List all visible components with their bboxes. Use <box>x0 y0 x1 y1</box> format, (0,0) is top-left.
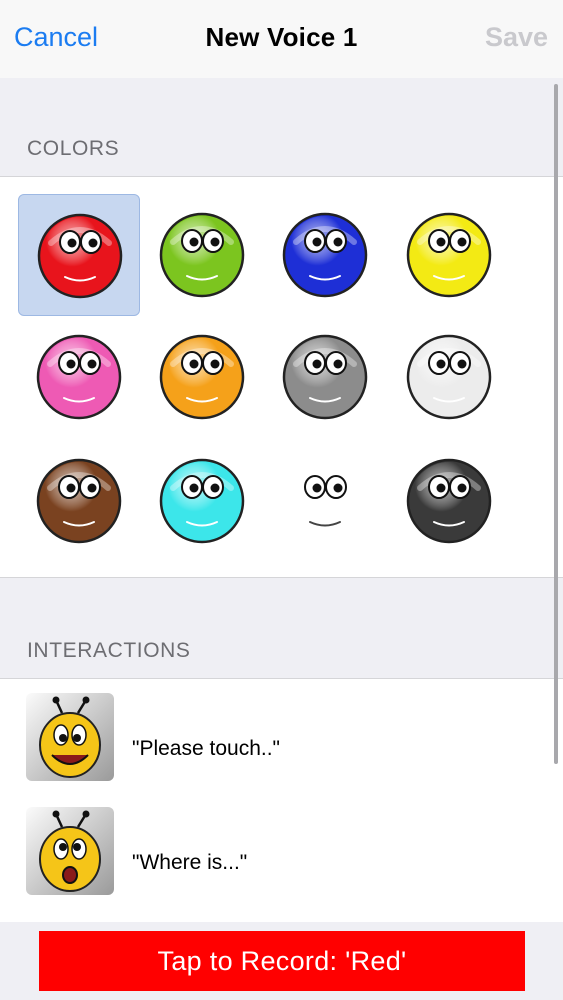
color-option-cyan[interactable] <box>141 440 263 562</box>
gray-smiley-icon <box>282 334 368 420</box>
colors-grid <box>0 176 563 578</box>
red-smiley-icon <box>37 213 123 299</box>
yellow-smiley-icon <box>406 212 492 298</box>
interaction-label: "Please touch.." <box>132 737 280 760</box>
interactions-section-header: INTERACTIONS <box>27 639 191 662</box>
pink-smiley-icon <box>36 334 122 420</box>
interaction-row-please-touch[interactable]: "Please touch.." <box>0 693 563 803</box>
color-option-gray[interactable] <box>264 316 386 438</box>
brown-smiley-icon <box>36 458 122 544</box>
save-button[interactable]: Save <box>485 22 548 53</box>
navigation-bar: Cancel New Voice 1 Save <box>0 0 563 78</box>
color-option-red[interactable] <box>18 194 140 316</box>
page-title: New Voice 1 <box>205 22 358 52</box>
blue-smiley-icon <box>282 212 368 298</box>
interaction-label: "Where is..." <box>132 851 248 874</box>
black-smiley-icon <box>406 458 492 544</box>
transparent-smiley-icon <box>304 475 347 527</box>
cyan-smiley-icon <box>159 458 245 544</box>
color-option-black[interactable] <box>388 440 510 562</box>
color-option-pink[interactable] <box>18 316 140 438</box>
green-smiley-icon <box>159 212 245 298</box>
orange-smiley-icon <box>159 334 245 420</box>
bee-surprised-icon <box>26 807 114 895</box>
color-option-orange[interactable] <box>141 316 263 438</box>
white-smiley-icon <box>406 334 492 420</box>
color-option-green[interactable] <box>141 194 263 316</box>
bee-smile-icon <box>26 693 114 781</box>
scrollbar[interactable] <box>554 84 558 764</box>
record-button[interactable]: Tap to Record: 'Red' <box>39 931 525 991</box>
color-option-yellow[interactable] <box>388 194 510 316</box>
color-option-blue[interactable] <box>264 194 386 316</box>
colors-section-header: COLORS <box>27 137 120 160</box>
color-option-white[interactable] <box>388 316 510 438</box>
color-option-brown[interactable] <box>18 440 140 562</box>
interactions-list: "Please touch.." "Where is..." <box>0 678 563 928</box>
color-option-transparent[interactable] <box>264 440 386 562</box>
record-area: Tap to Record: 'Red' <box>0 922 563 1000</box>
interaction-row-where-is[interactable]: "Where is..." <box>0 807 563 917</box>
